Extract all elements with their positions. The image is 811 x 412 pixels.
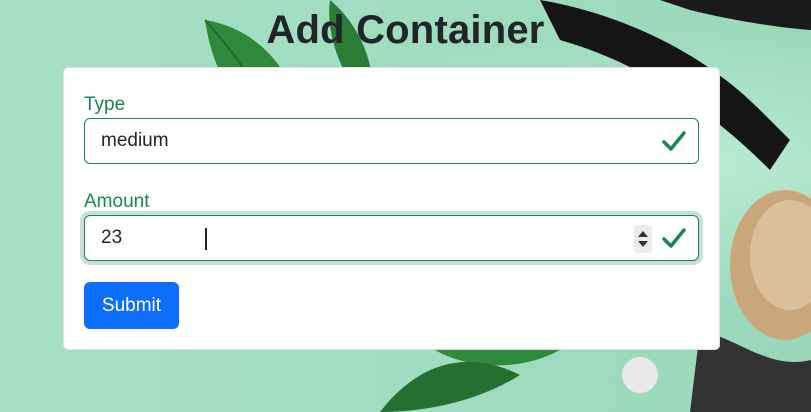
type-input[interactable]	[85, 119, 698, 163]
text-caret	[205, 228, 207, 250]
type-field	[84, 118, 699, 164]
submit-button[interactable]: Submit	[84, 282, 179, 329]
amount-label: Amount	[84, 191, 150, 212]
amount-field	[84, 215, 699, 261]
amount-input[interactable]	[85, 216, 698, 260]
spinner-down-icon[interactable]	[638, 241, 648, 247]
spinner-arrows-icon[interactable]	[634, 225, 652, 253]
add-container-form: Type Amount Submit	[63, 67, 720, 350]
check-icon	[662, 228, 686, 248]
type-label: Type	[84, 94, 126, 115]
page-title: Add Container	[266, 8, 545, 52]
spinner-up-icon[interactable]	[638, 231, 648, 237]
check-icon	[662, 131, 686, 151]
